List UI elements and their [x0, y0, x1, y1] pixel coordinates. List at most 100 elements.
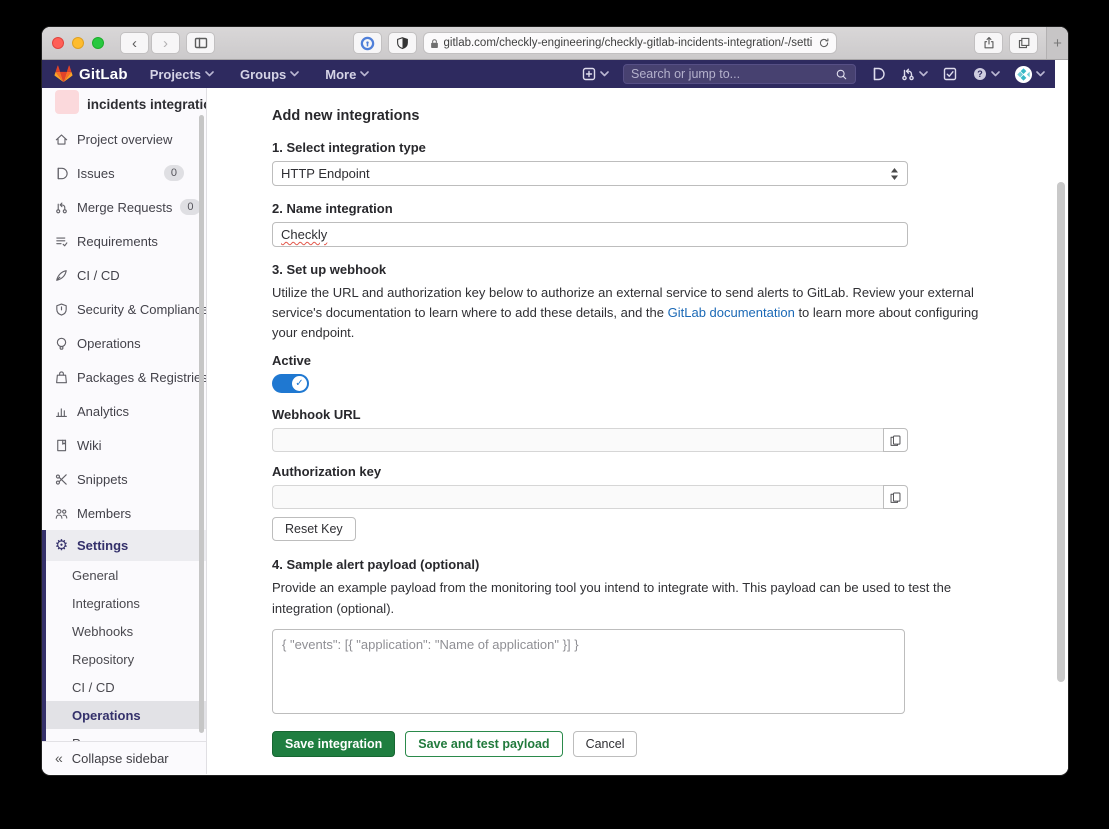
- browser-window: ‹ › gitlab.com/checkly-engineering/check…: [42, 27, 1068, 775]
- tab-overview-button[interactable]: [1009, 32, 1038, 54]
- sidebar-item-packages-registries[interactable]: Packages & Registries: [42, 360, 206, 394]
- settings-sub-webhooks[interactable]: Webhooks: [46, 617, 206, 645]
- page-scrollbar-thumb[interactable]: [1057, 182, 1065, 682]
- sidebar-item-requirements[interactable]: Requirements: [42, 224, 206, 258]
- chevron-down-icon: [600, 71, 609, 77]
- url-field[interactable]: gitlab.com/checkly-engineering/checkly-g…: [423, 32, 837, 54]
- package-icon: [54, 370, 69, 385]
- sidebar-item-security-compliance[interactable]: Security & Compliance: [42, 292, 206, 326]
- sample-payload-textarea[interactable]: [272, 629, 905, 714]
- issues-nav-icon[interactable]: [870, 66, 886, 82]
- integration-name-label: 2. Name integration: [272, 201, 1031, 216]
- gitlab-logo-icon: [54, 65, 73, 83]
- share-button[interactable]: [974, 32, 1003, 54]
- help-menu-button[interactable]: ?: [972, 66, 1000, 82]
- copy-webhook-url-button[interactable]: [883, 428, 908, 452]
- gitlab-documentation-link[interactable]: GitLab documentation: [668, 305, 795, 320]
- chevron-down-icon: [991, 71, 1000, 77]
- sidebar-toggle-button[interactable]: [186, 32, 215, 54]
- collapse-sidebar-button[interactable]: « Collapse sidebar: [42, 741, 206, 774]
- integration-type-select[interactable]: HTTP Endpoint: [272, 161, 908, 186]
- settings-sub-repository[interactable]: Repository: [46, 645, 206, 673]
- people-icon: [54, 506, 69, 521]
- settings-sub-operations[interactable]: Operations: [46, 701, 206, 729]
- merge-requests-nav-button[interactable]: [900, 66, 928, 82]
- merge-request-icon: [54, 200, 69, 215]
- issues-icon: [54, 166, 69, 181]
- password-extension-button[interactable]: [353, 32, 382, 54]
- shield-extension-button[interactable]: [388, 32, 417, 54]
- lock-icon: [430, 38, 439, 49]
- help-icon: ?: [972, 66, 988, 82]
- copy-icon: [889, 491, 902, 504]
- authorization-key-label: Authorization key: [272, 464, 1031, 479]
- project-header[interactable]: incidents integration: [42, 88, 206, 114]
- sidebar-item-cicd[interactable]: CI / CD: [42, 258, 206, 292]
- plus-square-icon: [581, 66, 597, 82]
- cancel-button[interactable]: Cancel: [573, 731, 638, 757]
- project-avatar: [55, 90, 79, 114]
- chevron-down-icon: [1036, 71, 1045, 77]
- new-menu-button[interactable]: [581, 66, 609, 82]
- home-icon: [54, 132, 69, 147]
- global-search[interactable]: [623, 64, 856, 84]
- sample-payload-label: 4. Sample alert payload (optional): [272, 557, 1031, 572]
- sidebar-item-settings[interactable]: ⚙ Settings: [46, 530, 206, 561]
- chevron-down-icon: [290, 71, 299, 77]
- gear-icon: ⚙: [54, 538, 69, 553]
- save-integration-button[interactable]: Save integration: [272, 731, 395, 757]
- chevron-down-icon: [360, 71, 369, 77]
- back-button[interactable]: ‹: [120, 32, 149, 54]
- nav-menu-projects[interactable]: Projects: [150, 67, 214, 82]
- todo-nav-icon[interactable]: [942, 66, 958, 82]
- close-window-button[interactable]: [52, 37, 64, 49]
- nav-menu-groups[interactable]: Groups: [240, 67, 299, 82]
- project-title: incidents integration: [87, 97, 206, 112]
- tabs-icon: [1017, 36, 1031, 50]
- page-scrollbar-track[interactable]: [1055, 60, 1068, 774]
- operations-settings-content: Add new integrations 1. Select integrati…: [207, 88, 1055, 774]
- authorization-key-input[interactable]: [272, 485, 883, 509]
- active-label: Active: [272, 353, 1031, 368]
- zoom-window-button[interactable]: [92, 37, 104, 49]
- settings-sub-pages[interactable]: Pages: [46, 729, 206, 741]
- sidebar-item-issues[interactable]: Issues 0: [42, 156, 206, 190]
- webhook-url-input[interactable]: [272, 428, 883, 452]
- sidebar-item-snippets[interactable]: Snippets: [42, 462, 206, 496]
- settings-sub-integrations[interactable]: Integrations: [46, 589, 206, 617]
- integration-name-input[interactable]: Checkly: [272, 222, 908, 247]
- gitlab-navbar: GitLab Projects Groups More: [42, 60, 1055, 88]
- share-icon: [982, 36, 996, 50]
- issues-count-badge: 0: [164, 165, 184, 181]
- toggle-knob-check-icon: ✓: [292, 376, 307, 391]
- new-tab-button[interactable]: +: [1046, 27, 1068, 59]
- forward-button[interactable]: ›: [151, 32, 180, 54]
- copy-authorization-key-button[interactable]: [883, 485, 908, 509]
- nav-menu-more[interactable]: More: [325, 67, 369, 82]
- sidebar-item-members[interactable]: Members: [42, 496, 206, 530]
- sidebar-nav: Project overview Issues 0 Merge Requests…: [42, 122, 206, 741]
- gitlab-logo-text[interactable]: GitLab: [79, 66, 128, 83]
- search-icon: [835, 68, 848, 81]
- save-and-test-payload-button[interactable]: Save and test payload: [405, 731, 562, 757]
- active-toggle[interactable]: ✓: [272, 374, 309, 393]
- reset-key-button[interactable]: Reset Key: [272, 517, 356, 541]
- sidebar-item-operations[interactable]: Operations: [42, 326, 206, 360]
- webhook-setup-label: 3. Set up webhook: [272, 262, 1031, 277]
- sidebar-scrollbar[interactable]: [199, 115, 204, 733]
- reload-icon[interactable]: [818, 37, 830, 49]
- settings-sub-general[interactable]: General: [46, 561, 206, 589]
- settings-section: ⚙ Settings General Integrations Webhooks…: [42, 530, 206, 741]
- sidebar-item-wiki[interactable]: Wiki: [42, 428, 206, 462]
- sidebar-item-analytics[interactable]: Analytics: [42, 394, 206, 428]
- chart-icon: [54, 404, 69, 419]
- url-text: gitlab.com/checkly-engineering/checkly-g…: [444, 37, 813, 49]
- collapse-chevrons-icon: «: [55, 750, 63, 766]
- settings-sub-cicd[interactable]: CI / CD: [46, 673, 206, 701]
- sidebar-item-project-overview[interactable]: Project overview: [42, 122, 206, 156]
- search-input[interactable]: [631, 67, 829, 81]
- book-icon: [54, 438, 69, 453]
- user-menu-button[interactable]: [1014, 65, 1045, 84]
- sidebar-item-merge-requests[interactable]: Merge Requests 0: [42, 190, 206, 224]
- minimize-window-button[interactable]: [72, 37, 84, 49]
